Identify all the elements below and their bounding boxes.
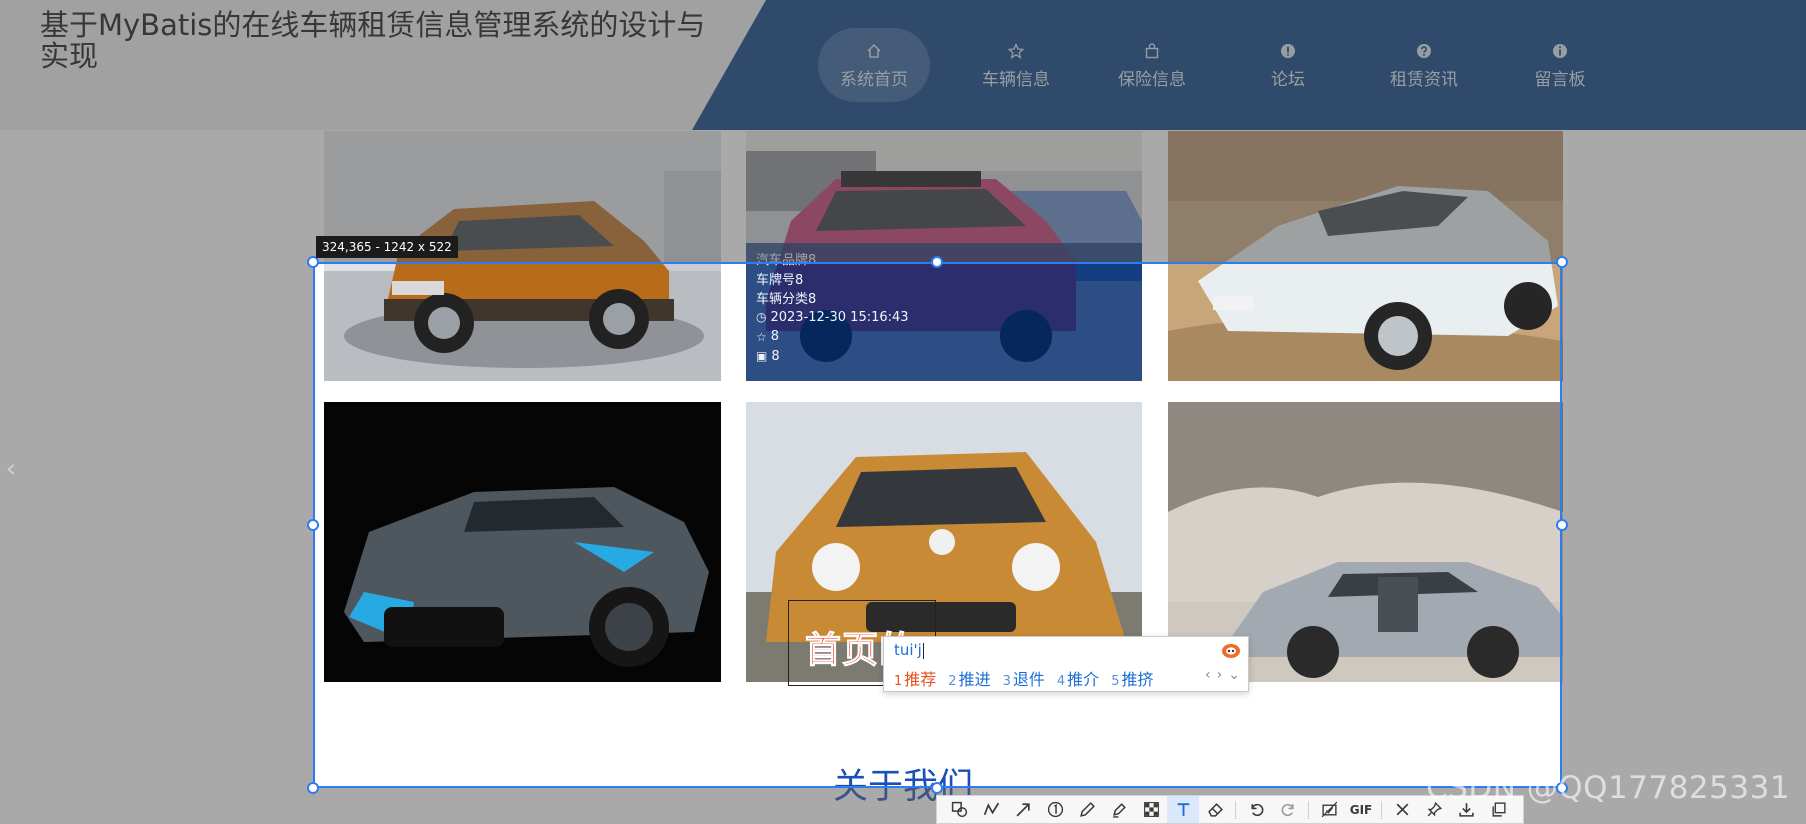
car-info-overlay[interactable]: 汽车品牌8 车牌号8 车辆分类8 ◷ 2023-12-30 15:16:43 ☆ 8… <box>746 243 1142 381</box>
ime-candidate-text: 推进 <box>958 670 991 689</box>
mosaic-icon[interactable] <box>1135 796 1167 823</box>
clock-icon: ◷ <box>756 310 767 325</box>
about-us-heading: 关于我们 <box>832 767 973 807</box>
car-image-grey-hypercar[interactable] <box>324 402 721 682</box>
redo-icon[interactable] <box>1272 796 1304 823</box>
views-row: ▣ 8 <box>756 347 1132 367</box>
nav-item-home[interactable]: 系统首页 <box>818 28 930 102</box>
ime-candidate-text: 推介 <box>1067 670 1100 689</box>
exclamation-icon <box>1278 41 1298 61</box>
ime-composition-text: tui'j <box>894 641 922 659</box>
ime-candidates: 1 推荐 2 推进 3 退件 4 推介 5 推挤 <box>894 666 1153 690</box>
highlighter-icon[interactable] <box>1103 796 1135 823</box>
nav-item-label: 系统首页 <box>840 69 908 90</box>
car-brand: 汽车品牌8 <box>756 253 817 269</box>
nav-item-label: 论坛 <box>1271 69 1305 90</box>
handle-mid-right[interactable] <box>1556 519 1568 531</box>
handle-top-right[interactable] <box>1556 256 1568 268</box>
car-category: 车辆分类8 <box>756 292 817 308</box>
download-icon[interactable] <box>1450 796 1482 823</box>
ime-candidate-number: 3 <box>1002 674 1011 689</box>
nav-item-label: 车辆信息 <box>982 69 1050 90</box>
text-caret <box>922 642 924 659</box>
ime-prev-page-icon[interactable]: ‹ <box>1205 667 1211 683</box>
bag-icon <box>1142 41 1162 61</box>
nav-item-label: 保险信息 <box>1118 69 1186 90</box>
capture-size-label: 324,365 - 1242 x 522 <box>316 236 458 258</box>
undo-icon[interactable] <box>1240 796 1272 823</box>
view-count: 8 <box>771 348 780 364</box>
toolbar-divider <box>1308 800 1309 819</box>
ime-candidate-number: 2 <box>948 674 957 689</box>
number-icon[interactable] <box>1039 796 1071 823</box>
eraser-icon[interactable] <box>1199 796 1231 823</box>
shape-icon[interactable] <box>943 796 975 823</box>
ime-candidate[interactable]: 3 退件 <box>1003 666 1045 690</box>
nav-item-vehicles[interactable]: 车辆信息 <box>948 28 1084 102</box>
ime-candidate[interactable]: 4 推介 <box>1057 666 1099 690</box>
polyline-icon[interactable] <box>975 796 1007 823</box>
ime-candidate-number: 4 <box>1056 674 1066 689</box>
star-outline-icon: ☆ <box>756 329 767 344</box>
gif-icon[interactable]: GIF <box>1345 796 1377 823</box>
nav-item-news[interactable]: 租赁资讯 <box>1356 28 1492 102</box>
handle-bottom-left[interactable] <box>307 782 319 794</box>
ime-candidate-text: 推挤 <box>1121 670 1154 689</box>
carousel-prev-arrow[interactable]: ‹ <box>2 454 20 484</box>
ime-candidate-text: 推荐 <box>904 670 937 689</box>
toolbar-divider <box>1381 800 1382 819</box>
ime-candidate-number: 5 <box>1111 674 1120 689</box>
site-title: 基于MyBatis的在线车辆租赁信息管理系统的设计与实现 <box>40 8 706 73</box>
star-icon <box>1006 41 1026 61</box>
handle-top-mid[interactable] <box>931 256 943 268</box>
arrow-icon[interactable] <box>1007 796 1039 823</box>
handle-bottom-right[interactable] <box>1556 782 1568 794</box>
ime-candidate[interactable]: 1 推荐 <box>894 666 936 690</box>
nav-item-insurance[interactable]: 保险信息 <box>1084 28 1220 102</box>
ime-candidate-text: 退件 <box>1012 670 1045 689</box>
nav-item-messages[interactable]: 留言板 <box>1492 28 1628 102</box>
ime-page-nav: ‹ › ⌄ <box>1205 667 1240 683</box>
close-icon[interactable] <box>1386 796 1418 823</box>
ime-composition: tui'j <box>894 641 924 659</box>
save-icon[interactable] <box>1313 796 1345 823</box>
handle-bottom-mid[interactable] <box>931 782 943 794</box>
ime-logo-icon <box>1220 641 1242 659</box>
text-icon[interactable] <box>1167 796 1199 823</box>
stars-row: ☆ 8 <box>756 327 1132 347</box>
copy-icon[interactable] <box>1482 796 1514 823</box>
annotation-toolbar: GIF <box>936 795 1524 824</box>
car-image-white-sportback[interactable] <box>1168 131 1563 381</box>
ime-next-page-icon[interactable]: › <box>1217 667 1223 683</box>
question-icon <box>1414 41 1434 61</box>
ime-candidate-number: 1 <box>894 674 903 689</box>
nav-item-forum[interactable]: 论坛 <box>1220 28 1356 102</box>
views-icon: ▣ <box>756 349 768 364</box>
nav-item-label: 租赁资讯 <box>1390 69 1458 90</box>
toolbar-divider <box>1235 800 1236 819</box>
main-nav: 系统首页 车辆信息 保险信息 论坛 租赁资讯 留言板 <box>818 28 1628 102</box>
ime-candidate-popup: tui'j 1 推荐 2 推进 3 退件 4 推介 5 推挤 ‹ › ⌄ <box>883 636 1249 692</box>
home-icon <box>864 41 884 61</box>
pen-icon[interactable] <box>1071 796 1103 823</box>
publish-time-row: ◷ 2023-12-30 15:16:43 <box>756 308 1132 328</box>
site-header: 基于MyBatis的在线车辆租赁信息管理系统的设计与实现 系统首页 车辆信息 保… <box>0 0 1806 130</box>
gif-label: GIF <box>1349 802 1373 817</box>
car-plate: 车牌号8 <box>756 272 804 288</box>
ime-candidate[interactable]: 2 推进 <box>948 666 990 690</box>
ime-expand-icon[interactable]: ⌄ <box>1228 667 1240 683</box>
star-count: 8 <box>770 329 780 345</box>
ime-candidate[interactable]: 5 推挤 <box>1111 666 1153 690</box>
pin-icon[interactable] <box>1418 796 1450 823</box>
nav-item-label: 留言板 <box>1534 69 1586 90</box>
handle-mid-left[interactable] <box>307 519 319 531</box>
info-icon <box>1550 41 1570 61</box>
publish-time: 2023-12-30 15:16:43 <box>770 309 909 325</box>
